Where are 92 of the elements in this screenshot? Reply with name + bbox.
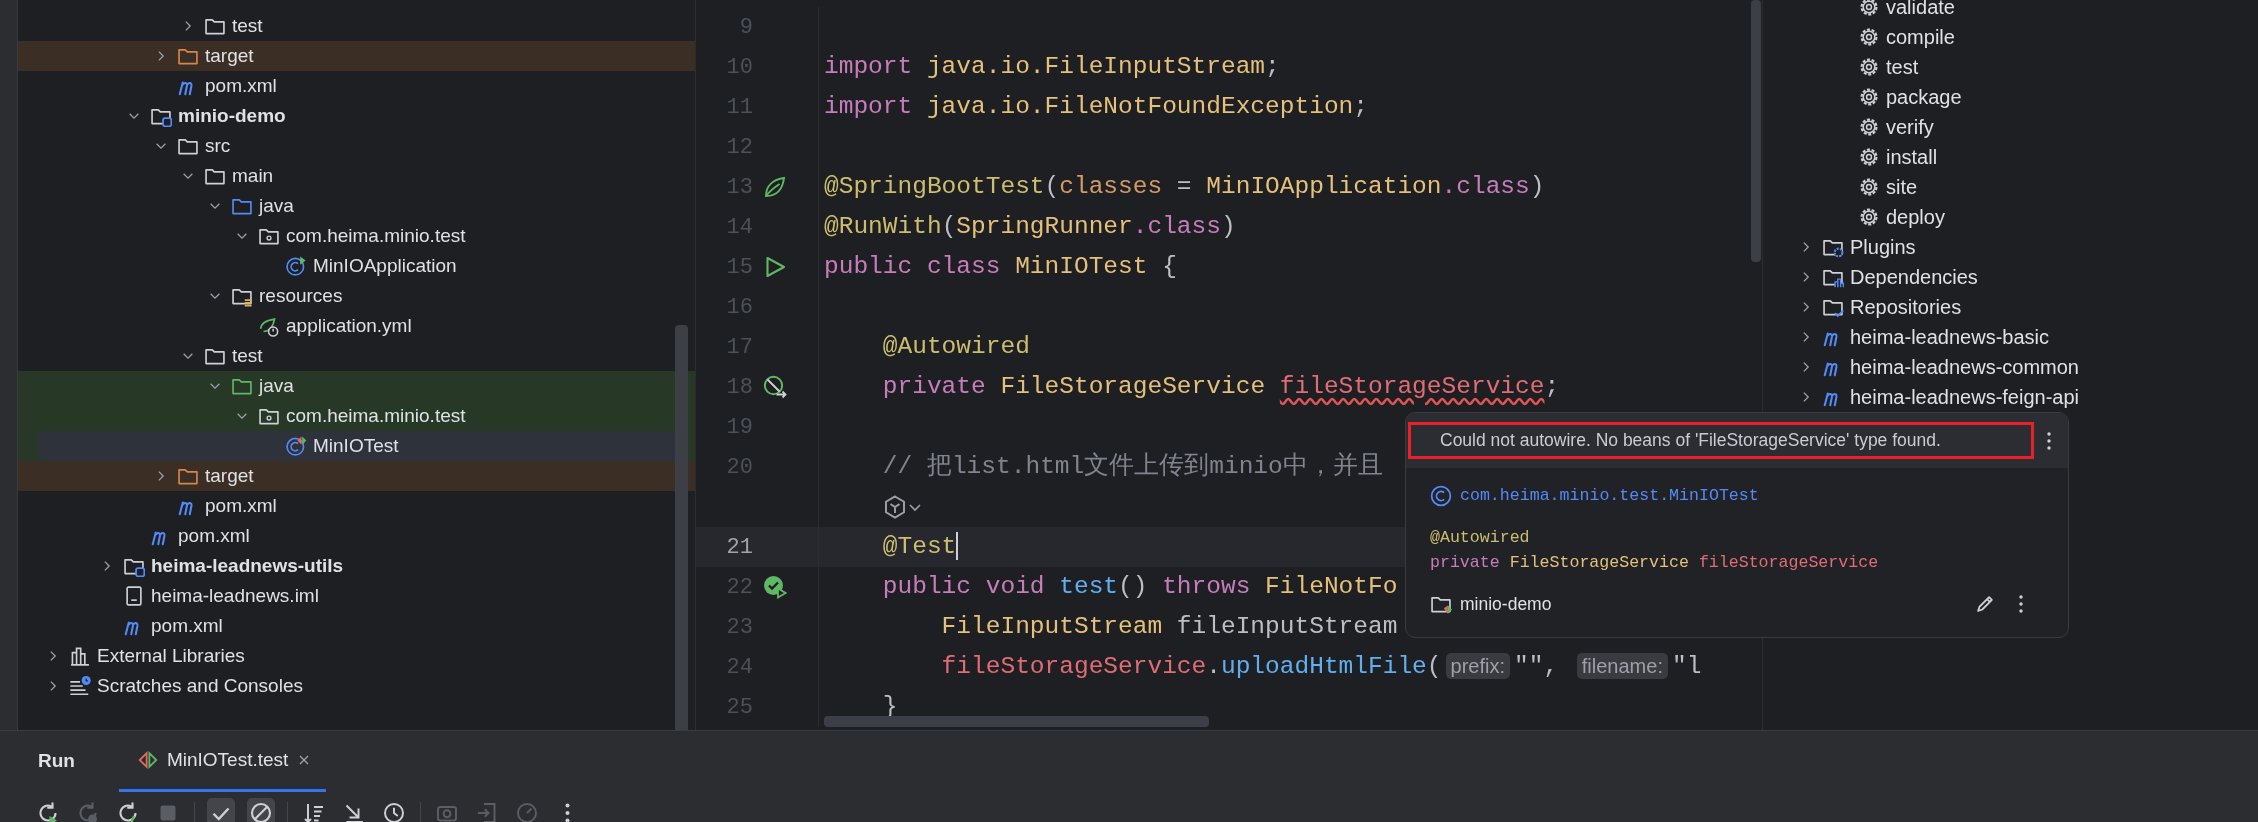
more-icon xyxy=(2046,429,2052,452)
tree-item[interactable]: heima-leadnews-utils xyxy=(18,551,695,581)
class-icon xyxy=(1430,485,1452,508)
check-button[interactable] xyxy=(207,798,235,822)
class-name[interactable]: com.heima.minio.test.MinIOTest xyxy=(1460,484,1759,509)
tree-item[interactable]: test xyxy=(18,11,695,41)
tree-item[interactable]: verify xyxy=(1763,112,2258,142)
tree-item[interactable]: java xyxy=(18,371,695,401)
scrollbar[interactable] xyxy=(824,716,1209,727)
more-icon xyxy=(564,802,570,822)
scrollbar[interactable] xyxy=(1751,0,1761,262)
code-line: @Autowired xyxy=(881,331,1030,362)
test-class-icon xyxy=(285,435,307,457)
tree-item[interactable]: src xyxy=(18,131,695,161)
run-tab[interactable]: MinIOTest.test xyxy=(118,731,327,792)
tree-item[interactable]: validate xyxy=(1763,0,2258,22)
module-name: minio-demo xyxy=(1460,592,1552,616)
tree-item[interactable]: Repositories xyxy=(1763,292,2258,322)
code-line: private FileStorageService fileStorageService; xyxy=(881,371,1560,402)
tree-item[interactable]: application.yml xyxy=(18,311,695,341)
tree-item[interactable]: heima-leadnews-feign-api xyxy=(1763,382,2258,412)
tree-item[interactable]: test xyxy=(1763,52,2258,82)
scratches-icon xyxy=(69,675,91,697)
library-icon xyxy=(69,645,91,667)
tree-item[interactable]: heima-leadnews-common xyxy=(1763,352,2258,382)
tree-item[interactable]: target xyxy=(18,461,695,491)
tree-item[interactable]: target xyxy=(18,41,695,71)
spring-leaf-icon xyxy=(763,175,787,199)
tree-item[interactable]: Scratches and Consoles xyxy=(18,671,695,701)
tree-item[interactable]: MinIOApplication xyxy=(18,251,695,281)
rerun-icon xyxy=(36,800,60,822)
test-passed-icon xyxy=(763,575,787,599)
code-line: import java.io.FileInputStream; xyxy=(824,51,1280,82)
more-icon xyxy=(2018,593,2024,615)
tree-item[interactable]: pom.xml xyxy=(18,491,695,521)
tree-item[interactable]: main xyxy=(18,161,695,191)
cancel-button[interactable] xyxy=(247,798,275,822)
tree-item[interactable]: java xyxy=(18,191,695,221)
tree-item[interactable]: pom.xml xyxy=(18,71,695,101)
code-line: private FileStorageService fileStorageService xyxy=(1430,551,1880,574)
gear-icon xyxy=(1858,0,1880,18)
tree-item[interactable]: deploy xyxy=(1763,202,2258,232)
bean-icon xyxy=(763,375,787,399)
scrollbar[interactable] xyxy=(675,325,688,730)
gear-icon xyxy=(1858,86,1880,108)
code-line: @Autowired xyxy=(1430,526,1531,549)
gear-icon xyxy=(1858,116,1880,138)
tree-item[interactable]: External Libraries xyxy=(18,641,695,671)
tree-item[interactable]: compile xyxy=(1763,22,2258,52)
tree-item[interactable]: heima-leadnews-basic xyxy=(1763,322,2258,352)
code-line: @SpringBootTest(classes = MinIOApplication.class) xyxy=(824,171,1545,202)
tree-item[interactable]: pom.xml xyxy=(18,611,695,641)
code-line: FileInputStream fileInputStream xyxy=(940,611,1398,642)
class-icon xyxy=(285,255,307,277)
tree-item[interactable]: com.heima.minio.test xyxy=(18,401,695,431)
tree-item[interactable]: Plugins xyxy=(1763,232,2258,262)
tree-item[interactable]: site xyxy=(1763,172,2258,202)
gear-icon xyxy=(1858,206,1880,228)
code-line: @RunWith(SpringRunner.class) xyxy=(824,211,1236,242)
gear-icon xyxy=(1858,56,1880,78)
tree-item[interactable]: package xyxy=(1763,82,2258,112)
tree-item[interactable]: test xyxy=(18,341,695,371)
tree-item[interactable]: MinIOTest xyxy=(18,431,695,461)
tree-item[interactable]: heima-leadnews.iml xyxy=(18,581,695,611)
panel-title: Run xyxy=(38,749,75,774)
gauge-icon xyxy=(515,800,539,822)
tree-item[interactable]: install xyxy=(1763,142,2258,172)
code-line: @Test xyxy=(881,531,959,563)
code-line: import java.io.FileNotFoundException; xyxy=(824,91,1368,122)
gear-icon xyxy=(1858,176,1880,198)
tree-item[interactable]: minio-demo xyxy=(18,101,695,131)
line-number: 21 xyxy=(725,533,753,562)
code-line: // 把list.html文件上传到minio中，并且 xyxy=(881,451,1383,482)
code-line: public class MinIOTest { xyxy=(824,251,1177,282)
tree-item[interactable]: resources xyxy=(18,281,695,311)
tree-item[interactable]: pom.xml xyxy=(18,521,695,551)
gear-icon xyxy=(1858,26,1880,48)
code-line: public void test() throws FileNotFo xyxy=(881,571,1398,602)
code-line: fileStorageService.uploadHtmlFile( prefix: "", filename: "l xyxy=(940,651,1702,682)
ai-assistant-icon xyxy=(882,495,907,519)
rerun-failed-icon xyxy=(76,800,100,822)
cancel-icon xyxy=(249,800,273,822)
history-icon xyxy=(382,800,406,822)
tree-item[interactable]: com.heima.minio.test xyxy=(18,221,695,251)
tree-item[interactable]: Dependencies xyxy=(1763,262,2258,292)
error-message: Could not autowire. No beans of 'FileStorageService' type found. xyxy=(1408,422,2034,459)
gear-icon xyxy=(1858,146,1880,168)
test-icon xyxy=(136,749,159,771)
file-icon xyxy=(123,585,145,607)
pencil-icon xyxy=(1974,593,1996,615)
spring-leaf-icon xyxy=(258,315,280,337)
run-icon xyxy=(763,255,787,279)
